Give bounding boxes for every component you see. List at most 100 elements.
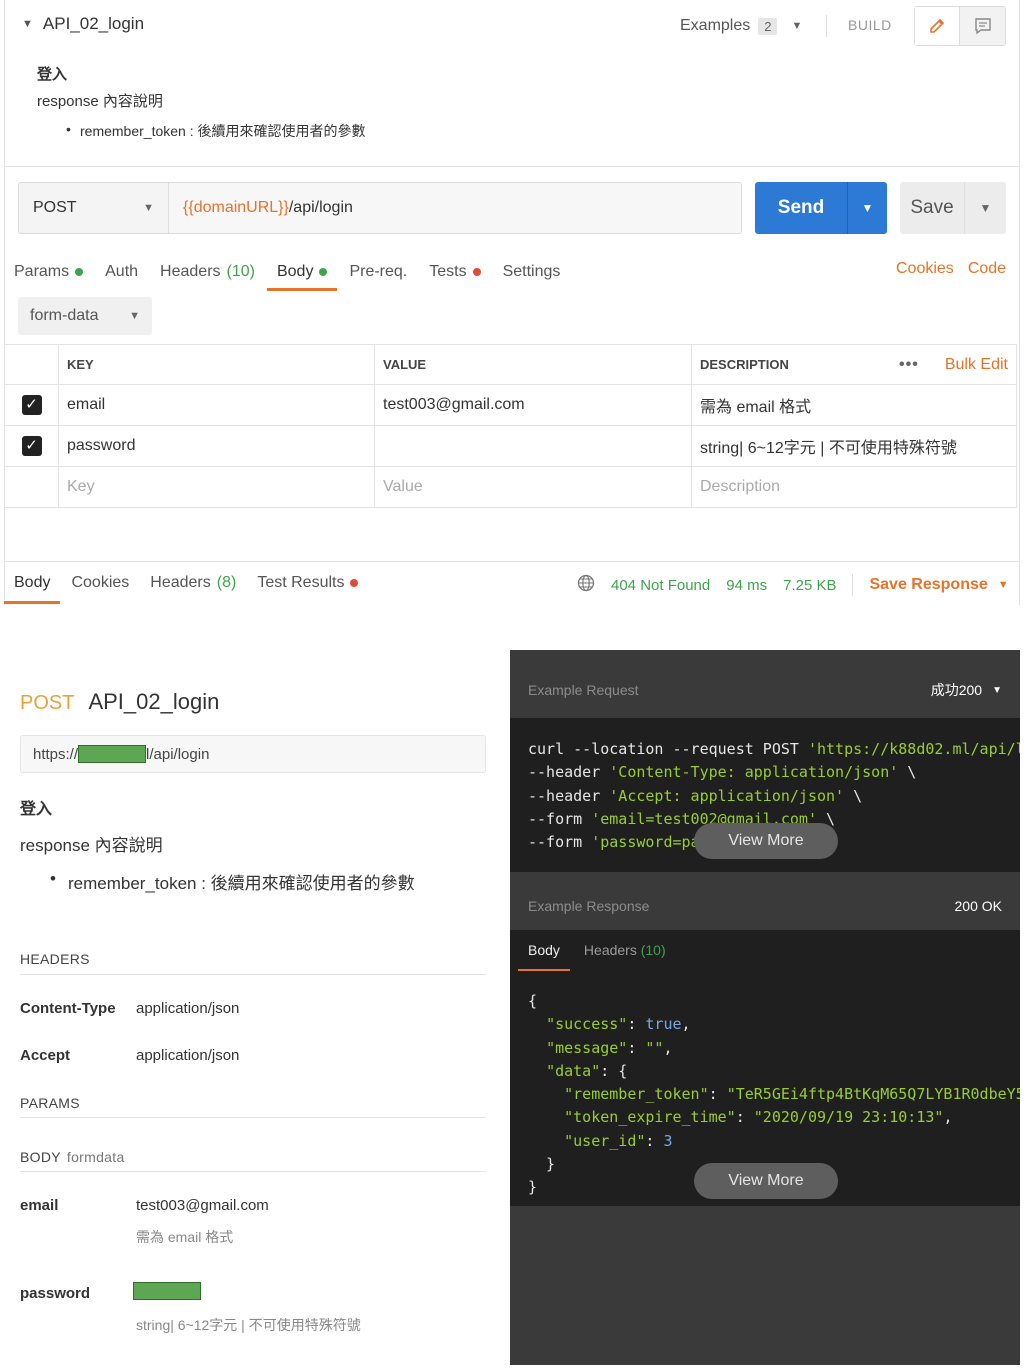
tab-settings[interactable]: Settings	[503, 260, 561, 284]
doc-paragraph: response 內容說明	[20, 836, 163, 855]
tab-body[interactable]: Body	[266, 260, 339, 291]
chevron-down-icon: ▼	[997, 579, 1009, 591]
edit-pencil-icon[interactable]	[915, 7, 961, 45]
header-key: Accept	[20, 1047, 71, 1064]
table-header-row: KEY VALUE DESCRIPTION ••• Bulk Edit	[4, 344, 1017, 385]
doc-bullet: remember_token : 後續用來確認使用者的參數	[50, 869, 415, 894]
resp-tab-cookies[interactable]: Cookies	[71, 574, 129, 592]
description-cell[interactable]: 需為 email 格式	[691, 384, 1017, 426]
table-row: ✓ password string| 6~12字元 | 不可使用特殊符號	[4, 425, 1017, 467]
doc-request-title: POST API_02_login	[20, 689, 219, 715]
table-row: ✓ email test003@gmail.com 需為 email 格式	[4, 384, 1017, 426]
method-label: POST	[33, 199, 77, 216]
code-link[interactable]: Code	[968, 260, 1006, 278]
example-select[interactable]: 成功200 ▼	[931, 680, 1002, 700]
header-value: application/json	[136, 1047, 240, 1064]
globe-icon[interactable]	[577, 574, 595, 596]
chevron-down-icon: ▼	[129, 310, 140, 322]
body-mode-select[interactable]: form-data ▼	[18, 297, 152, 335]
examples-dropdown[interactable]: Examples 2 ▼	[680, 15, 828, 37]
save-response-label: Save Response	[869, 576, 988, 593]
value-input[interactable]: Value	[374, 466, 692, 508]
doc-url-box[interactable]: https:// l/api/login	[20, 735, 486, 773]
tab-label: Settings	[502, 263, 561, 280]
body-description: 需為 email 格式	[136, 1229, 234, 1245]
form-data-table: KEY VALUE DESCRIPTION ••• Bulk Edit ✓ em…	[4, 344, 1017, 508]
chevron-down-icon: ▼	[992, 684, 1002, 696]
save-dropdown-icon[interactable]: ▼	[964, 182, 1006, 234]
status-code[interactable]: 404 Not Found	[611, 577, 710, 594]
postman-request-panel: ▼ API_02_login Examples 2 ▼ BUILD 登入 res…	[0, 0, 1024, 610]
example-panel: Example Request 成功200 ▼ curl --location -…	[510, 650, 1020, 1365]
description-header: DESCRIPTION	[700, 357, 789, 372]
code-line: "token_expire_time": "2020/09/19 23:10:1…	[564, 1108, 953, 1127]
method-select[interactable]: POST ▼	[18, 182, 168, 234]
example-request-header: Example Request 成功200 ▼	[510, 656, 1020, 724]
tab-params[interactable]: Params	[14, 260, 84, 284]
tab-label: Params	[14, 263, 70, 280]
value-cell[interactable]: test003@gmail.com	[374, 384, 692, 426]
empty-checkbox-cell	[4, 466, 59, 508]
send-label: Send	[777, 197, 825, 218]
code-line: curl --location --request POST 'https://…	[528, 740, 1020, 758]
view-more-button[interactable]: View More	[694, 1163, 838, 1199]
body-value: test003@gmail.com	[136, 1197, 269, 1214]
json-key: "remember_token"	[564, 1085, 709, 1104]
code-line: "message": "",	[546, 1038, 673, 1057]
tab-tests[interactable]: Tests	[429, 260, 481, 284]
send-button[interactable]: Send ▼	[755, 182, 887, 234]
bulk-edit-link[interactable]: Bulk Edit	[945, 356, 1008, 374]
code-line: "user_id": 3	[564, 1131, 673, 1150]
save-button[interactable]: Save ▼	[900, 182, 1006, 234]
divider	[20, 974, 486, 975]
resp-tab-body[interactable]: Body	[3, 574, 62, 604]
url-input[interactable]: {{domainURL}}/api/login	[168, 182, 742, 234]
body-key: email	[20, 1197, 59, 1214]
request-title[interactable]: ▼ API_02_login	[22, 14, 144, 34]
build-button[interactable]: BUILD	[848, 17, 892, 33]
collapse-triangle-icon[interactable]: ▼	[22, 18, 33, 30]
tab-headers[interactable]: Headers (10)	[584, 942, 666, 958]
example-response-status: 200 OK	[954, 898, 1002, 914]
json-value: "2020/09/19 23:10:13"	[753, 1108, 944, 1127]
status-dot	[350, 579, 359, 587]
table-header-cell: VALUE	[374, 344, 692, 385]
resp-tab-test-results[interactable]: Test Results	[257, 574, 359, 592]
status-dot	[75, 268, 84, 276]
response-time[interactable]: 94 ms	[726, 577, 767, 594]
json-key: "user_id"	[564, 1131, 646, 1150]
comment-icon[interactable]	[960, 7, 1005, 45]
tab-headers[interactable]: Headers (10)	[160, 260, 255, 284]
header-key: Content-Type	[20, 1000, 116, 1017]
tab-body[interactable]: Body	[518, 942, 570, 971]
redacted-block	[78, 745, 147, 763]
json-key: "success"	[546, 1015, 628, 1034]
response-size[interactable]: 7.25 KB	[783, 577, 836, 594]
checkbox-checked-icon: ✓	[21, 436, 42, 456]
tab-pre-request[interactable]: Pre-req.	[349, 260, 407, 284]
save-response-button[interactable]: Save Response ▼	[869, 576, 1008, 594]
example-response-tabs: Body Headers (10)	[518, 942, 666, 971]
body-description: string| 6~12字元 | 不可使用特殊符號	[136, 1317, 361, 1333]
key-input[interactable]: Key	[58, 466, 375, 508]
key-cell[interactable]: password	[58, 425, 375, 467]
view-more-button[interactable]: View More	[694, 823, 838, 859]
code-line: {	[528, 992, 538, 1010]
description-input[interactable]: Description	[691, 466, 1017, 508]
code-line: "data": {	[546, 1061, 628, 1080]
description-cell[interactable]: string| 6~12字元 | 不可使用特殊符號	[691, 425, 1017, 467]
send-dropdown-icon[interactable]: ▼	[847, 182, 887, 234]
value-cell[interactable]	[374, 425, 692, 467]
tab-auth[interactable]: Auth	[105, 260, 138, 284]
resp-tab-headers[interactable]: Headers (8)	[150, 574, 236, 592]
row-checkbox[interactable]: ✓	[4, 384, 59, 426]
tab-label: Headers	[583, 942, 637, 958]
more-options-icon[interactable]: •••	[899, 356, 919, 374]
cookies-link[interactable]: Cookies	[896, 260, 954, 278]
key-cell[interactable]: email	[58, 384, 375, 426]
response-tabs: Body Cookies Headers (8) Test Results	[3, 574, 379, 604]
doc-method: POST	[20, 692, 75, 714]
body-subtitle: formdata	[66, 1149, 125, 1165]
row-checkbox[interactable]: ✓	[4, 425, 59, 467]
url-variable: {{domainURL}}	[183, 199, 289, 216]
